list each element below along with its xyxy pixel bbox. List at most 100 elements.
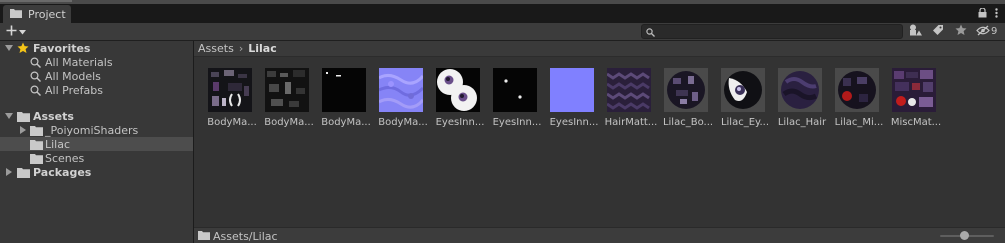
chevron-down-icon[interactable]	[5, 112, 13, 120]
folder-open-icon	[30, 138, 43, 150]
search-icon	[30, 84, 43, 96]
tree-label-lilac: Lilac	[45, 137, 71, 151]
asset-item[interactable]: BodyMa...	[375, 68, 428, 134]
tab-project-label: Project	[28, 8, 66, 21]
asset-thumbnail	[607, 68, 651, 112]
tree-label-assets: Assets	[33, 109, 74, 123]
asset-name: BodyMa...	[321, 117, 371, 128]
tree-item-all-models[interactable]: All Models	[0, 69, 193, 83]
asset-item[interactable]: EyesInn...	[489, 68, 541, 134]
search-icon	[30, 70, 43, 82]
asset-name: EyesInn...	[492, 117, 542, 128]
filter-by-type-button[interactable]	[907, 24, 925, 39]
asset-thumbnail	[436, 68, 480, 112]
tree-item-assets[interactable]: Assets	[0, 109, 193, 123]
tree-label-packages: Packages	[33, 165, 92, 179]
asset-thumbnail	[265, 68, 309, 112]
asset-name: EyesInn...	[549, 117, 599, 128]
plus-icon	[6, 25, 17, 39]
create-button[interactable]	[6, 24, 26, 39]
folder-icon	[30, 124, 43, 136]
selected-path-text: Assets/Lilac	[213, 230, 278, 243]
selected-path: Assets/Lilac	[198, 230, 278, 243]
asset-item[interactable]: Lilac_Hair	[774, 68, 826, 134]
asset-thumbnail	[550, 68, 594, 112]
tab-project[interactable]: Project	[3, 5, 71, 24]
asset-thumbnail	[835, 68, 879, 112]
asset-item[interactable]: BodyMa...	[261, 68, 314, 134]
chevron-right-icon: ›	[238, 42, 244, 55]
asset-item[interactable]: Lilac_Mi...	[831, 68, 883, 134]
star-icon	[955, 24, 967, 39]
asset-name: Lilac_Bo...	[662, 117, 714, 128]
hidden-packages-count: 9	[991, 26, 998, 37]
more-options-icon[interactable]	[995, 8, 998, 21]
breadcrumb: Assets › Lilac	[194, 41, 1005, 57]
search-icon	[30, 56, 43, 68]
asset-thumbnail	[493, 68, 537, 112]
asset-item[interactable]: Lilac_Ey...	[717, 68, 769, 134]
asset-thumbnail	[892, 68, 936, 112]
folder-icon	[30, 152, 43, 164]
asset-name: BodyMa...	[378, 117, 428, 128]
tree-item-poiyomi-shaders[interactable]: _PoiyomiShaders	[0, 123, 193, 137]
tree-label-scenes: Scenes	[45, 151, 85, 165]
asset-thumbnail	[664, 68, 708, 112]
tree-item-favorites[interactable]: Favorites	[0, 41, 193, 55]
folder-tree-panel: Favorites All Materials All Models All P…	[0, 41, 193, 243]
asset-name: EyesInn...	[435, 117, 485, 128]
asset-item[interactable]: BodyMa...	[318, 68, 371, 134]
asset-item[interactable]: HairMatt...	[603, 68, 657, 134]
folder-icon	[17, 110, 30, 122]
asset-thumbnail	[322, 68, 366, 112]
star-icon	[17, 42, 30, 54]
chevron-down-icon	[19, 25, 26, 38]
filter-by-label-button[interactable]	[929, 24, 947, 39]
tree-item-scenes[interactable]: Scenes	[0, 151, 193, 165]
asset-item[interactable]: MiscMat...	[888, 68, 941, 134]
icon-size-slider[interactable]	[940, 231, 994, 241]
chevron-right-icon[interactable]	[19, 126, 27, 134]
tree-item-all-prefabs[interactable]: All Prefabs	[0, 83, 193, 97]
tree-item-lilac[interactable]: Lilac	[0, 137, 193, 151]
breadcrumb-lilac[interactable]: Lilac	[248, 42, 277, 55]
chevron-down-icon[interactable]	[5, 44, 13, 52]
status-bar: Assets/Lilac	[194, 227, 1005, 243]
asset-name: Lilac_Ey...	[720, 117, 770, 128]
tree-label-all-materials: All Materials	[45, 55, 113, 69]
favorites-filter-button[interactable]	[952, 24, 970, 39]
tree-item-packages[interactable]: Packages	[0, 165, 193, 179]
asset-thumbnail	[778, 68, 822, 112]
tab-bar: Project	[0, 4, 1005, 24]
asset-item[interactable]: EyesInn...	[432, 68, 484, 134]
tree-label-all-prefabs: All Prefabs	[45, 83, 103, 97]
asset-name: HairMatt...	[604, 117, 658, 128]
chevron-right-icon[interactable]	[5, 168, 13, 176]
shapes-filter-icon	[909, 24, 923, 39]
asset-name: Lilac_Hair	[777, 117, 827, 128]
hidden-packages-toggle[interactable]: 9	[976, 24, 997, 39]
asset-grid: BodyMa... BodyMa... BodyMa... BodyMa... …	[194, 57, 1005, 227]
eye-slash-icon	[976, 25, 990, 39]
tree-label-favorites: Favorites	[33, 41, 91, 55]
asset-item[interactable]: Lilac_Bo...	[660, 68, 713, 134]
toolbar: 9	[0, 23, 1005, 40]
asset-item[interactable]: BodyMa...	[204, 68, 257, 134]
asset-thumbnail	[721, 68, 765, 112]
tree-label-all-models: All Models	[45, 69, 101, 83]
breadcrumb-assets[interactable]: Assets	[198, 42, 234, 55]
asset-name: BodyMa...	[207, 117, 257, 128]
folder-icon	[198, 230, 210, 243]
asset-thumbnail	[379, 68, 423, 112]
tree-item-all-materials[interactable]: All Materials	[0, 55, 193, 69]
tag-icon	[932, 24, 944, 39]
search-icon	[646, 27, 655, 40]
lock-icon[interactable]	[978, 7, 987, 21]
asset-name: MiscMat...	[890, 117, 942, 128]
slider-handle[interactable]	[960, 231, 970, 240]
asset-item[interactable]: EyesInn...	[546, 68, 598, 134]
asset-name: BodyMa...	[264, 117, 314, 128]
asset-name: Lilac_Mi...	[834, 117, 884, 128]
search-input[interactable]	[658, 25, 898, 38]
search-field[interactable]	[641, 24, 903, 39]
